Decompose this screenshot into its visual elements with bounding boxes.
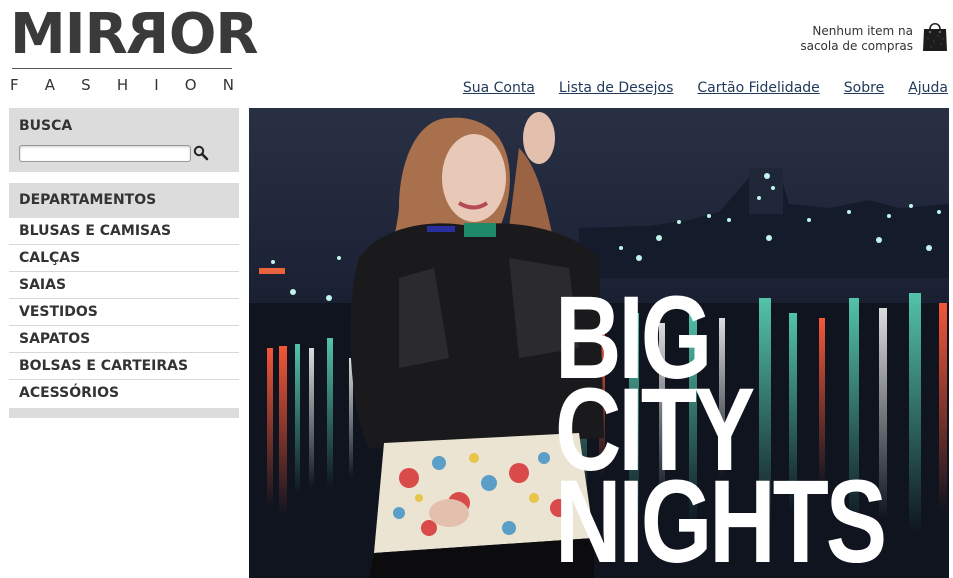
logo-divider xyxy=(12,68,232,69)
shopping-bag-icon[interactable] xyxy=(922,20,948,52)
search-input[interactable] xyxy=(19,145,191,162)
cart-status[interactable]: Nenhum item na sacola de compras xyxy=(753,24,913,54)
department-item-blusas-e-camisas[interactable]: BLUSAS E CAMISAS xyxy=(9,218,239,245)
departments-list: BLUSAS E CAMISAS CALÇAS SAIAS VESTIDOS S… xyxy=(9,218,239,406)
banner-headline-line3: NIGHTS xyxy=(555,456,887,578)
nav-link-sobre[interactable]: Sobre xyxy=(844,80,884,96)
hero-banner[interactable]: BIG CITY NIGHTS xyxy=(249,108,949,578)
cart-status-line1: Nenhum item na xyxy=(812,24,913,38)
nav-link-lista-de-desejos[interactable]: Lista de Desejos xyxy=(559,80,674,96)
banner-headline: BIG CITY NIGHTS xyxy=(555,279,887,578)
departments-title: DEPARTAMENTOS xyxy=(9,183,239,218)
cart-status-line2: sacola de compras xyxy=(800,39,913,53)
search-panel: BUSCA xyxy=(9,108,239,172)
departments-footer xyxy=(9,408,239,418)
logo-tagline: F A S H I O N xyxy=(10,76,234,94)
departments-menu: DEPARTAMENTOS BLUSAS E CAMISAS CALÇAS SA… xyxy=(9,183,239,418)
nav-link-ajuda[interactable]: Ajuda xyxy=(908,80,948,96)
department-item-sapatos[interactable]: SAPATOS xyxy=(9,326,239,353)
top-navigation: Sua Conta Lista de Desejos Cartão Fideli… xyxy=(463,80,948,96)
department-item-bolsas-e-carteiras[interactable]: BOLSAS E CARTEIRAS xyxy=(9,353,239,380)
department-item-calcas[interactable]: CALÇAS xyxy=(9,245,239,272)
department-item-saias[interactable]: SAIAS xyxy=(9,272,239,299)
department-item-acessorios[interactable]: ACESSÓRIOS xyxy=(9,380,239,406)
logo-wordmark: MIRROR xyxy=(10,2,259,67)
search-title: BUSCA xyxy=(19,118,73,134)
magnifier-icon[interactable] xyxy=(193,144,209,162)
nav-link-cartao-fidelidade[interactable]: Cartão Fidelidade xyxy=(697,80,819,96)
department-item-vestidos[interactable]: VESTIDOS xyxy=(9,299,239,326)
nav-link-sua-conta[interactable]: Sua Conta xyxy=(463,80,535,96)
mirror-fashion-logo[interactable]: MIRROR F A S H I O N xyxy=(10,2,259,96)
